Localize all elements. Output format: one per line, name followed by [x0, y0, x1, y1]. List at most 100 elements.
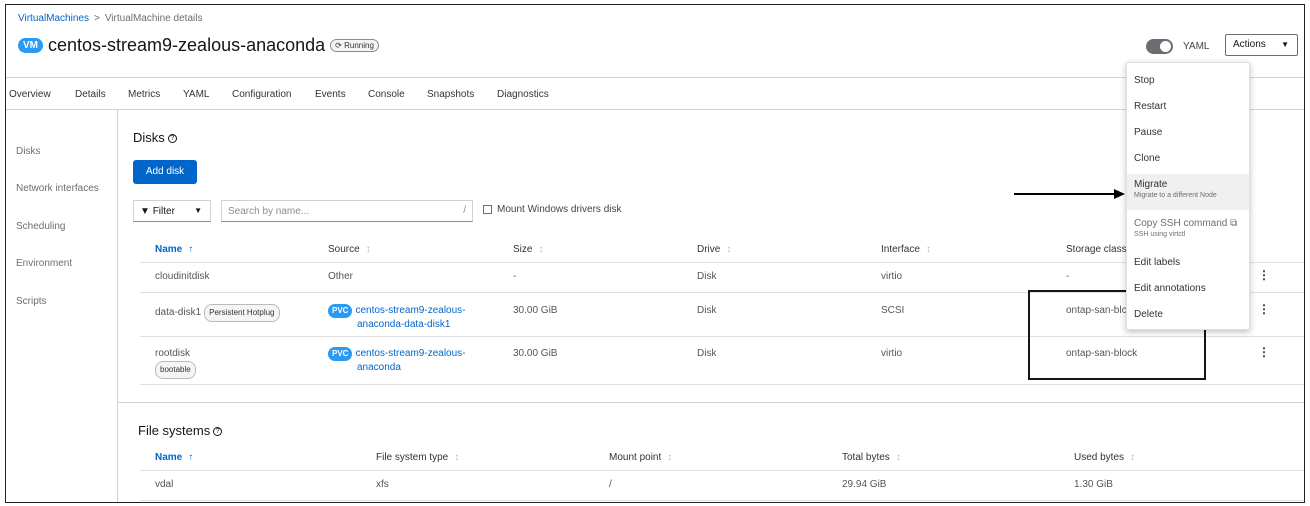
tab-overview[interactable]: Overview [9, 89, 51, 100]
tab-yaml[interactable]: YAML [183, 89, 210, 100]
kebab-icon[interactable]: ⋮ [1258, 302, 1270, 316]
col-storage-class[interactable]: Storage class [1066, 244, 1127, 255]
disk-interface: virtio [881, 271, 903, 282]
row-divider [140, 384, 1304, 385]
tab-bar: Overview Details Metrics YAML Configurat… [6, 77, 1304, 110]
fs-col-type[interactable]: File system type ↕ [376, 452, 459, 463]
disk-source: Other [328, 271, 354, 282]
annotation-arrow [1014, 189, 1125, 199]
sort-icon: ↕ [925, 244, 931, 255]
col-interface-label: Interface [881, 244, 920, 255]
mount-windows-drivers[interactable]: Mount Windows drivers disk [483, 204, 621, 215]
page-title: centos-stream9-zealous-anaconda [48, 35, 326, 55]
fs-mount: / [609, 479, 612, 490]
col-storage-class-label: Storage class [1066, 244, 1127, 255]
yaml-toggle[interactable] [1146, 39, 1173, 54]
col-source[interactable]: Source ↕ [328, 244, 371, 255]
sort-icon: ↕ [365, 244, 371, 255]
fs-col-type-label: File system type [376, 452, 449, 463]
fs-col-name[interactable]: Name ↑ [155, 452, 193, 463]
search-placeholder: Search by name... [228, 206, 310, 217]
filter-dropdown[interactable]: ▼ Filter ▼ [133, 200, 211, 222]
disk-interface: virtio [881, 348, 903, 359]
fs-col-used-label: Used bytes [1074, 452, 1125, 463]
disk-name: data-disk1 Persistent Hotplug [155, 304, 280, 322]
sync-icon: ⟳ [335, 41, 342, 50]
disk-drive: Disk [697, 271, 717, 282]
pvc-badge: PVC [328, 347, 353, 361]
sidebar-item-scheduling[interactable]: Scheduling [16, 221, 65, 232]
filesystems-title: File systems? [138, 423, 223, 438]
actions-menu: Stop Restart Pause Clone Migrate Migrate… [1126, 62, 1250, 330]
disk-source-link[interactable]: PVC centos-stream9-zealous-anaconda [328, 347, 466, 375]
sort-icon: ↕ [667, 452, 673, 463]
kebab-icon[interactable]: ⋮ [1258, 345, 1270, 359]
sort-icon: ↕ [895, 452, 901, 463]
help-icon[interactable]: ? [213, 427, 223, 437]
col-drive[interactable]: Drive ↕ [697, 244, 731, 255]
sidebar-item-network-interfaces[interactable]: Network interfaces [16, 183, 99, 194]
copy-icon: ⧉ [1230, 218, 1238, 229]
menu-item-copy-ssh[interactable]: Copy SSH command ⧉ SSH using virtctl [1127, 218, 1249, 238]
add-disk-button[interactable]: Add disk [133, 160, 197, 184]
sidebar-item-environment[interactable]: Environment [16, 258, 72, 269]
persistent-hotplug-chip: Persistent Hotplug [204, 304, 280, 322]
menu-item-edit-annotations[interactable]: Edit annotations [1127, 283, 1249, 293]
sort-icon: ↑ [188, 244, 194, 255]
tab-metrics[interactable]: Metrics [128, 89, 160, 100]
col-name[interactable]: Name ↑ [155, 244, 193, 255]
disks-title: Disks? [133, 130, 177, 145]
menu-item-stop[interactable]: Stop [1127, 75, 1249, 86]
filter-label: Filter [152, 206, 175, 217]
disk-size: 30.00 GiB [513, 348, 558, 359]
menu-item-clone[interactable]: Clone [1127, 153, 1249, 164]
help-icon[interactable]: ? [167, 134, 177, 144]
tab-console[interactable]: Console [368, 89, 405, 100]
search-input[interactable]: Search by name... / [221, 200, 473, 222]
breadcrumb-virtualmachines[interactable]: VirtualMachines [18, 13, 89, 24]
disk-source-link[interactable]: PVC centos-stream9-zealous-anaconda-data-… [328, 304, 466, 332]
tab-snapshots[interactable]: Snapshots [427, 89, 474, 100]
menu-item-delete[interactable]: Delete [1127, 309, 1249, 320]
col-interface[interactable]: Interface ↕ [881, 244, 931, 255]
disk-size: 30.00 GiB [513, 305, 558, 316]
config-sidebar: Disks Network interfaces Scheduling Envi… [6, 110, 118, 502]
disk-storage-class: - [1066, 271, 1070, 282]
actions-button[interactable]: Actions ▼ [1225, 34, 1298, 56]
tab-events[interactable]: Events [315, 89, 346, 100]
sidebar-item-disks[interactable]: Disks [16, 146, 40, 157]
sidebar-item-scripts[interactable]: Scripts [16, 296, 47, 307]
disk-name: cloudinitdisk [155, 271, 210, 282]
disk-size: - [513, 271, 517, 282]
menu-item-restart[interactable]: Restart [1127, 101, 1249, 112]
breadcrumb-current: VirtualMachine details [104, 13, 203, 24]
tab-diagnostics[interactable]: Diagnostics [497, 89, 549, 100]
menu-item-pause[interactable]: Pause [1127, 127, 1249, 138]
menu-item-edit-labels[interactable]: Edit labels [1127, 257, 1249, 268]
mount-windows-checkbox[interactable] [483, 205, 492, 214]
fs-used: 1.30 GiB [1074, 479, 1113, 490]
actions-label: Actions [1233, 39, 1266, 50]
fs-col-total[interactable]: Total bytes ↕ [842, 452, 901, 463]
section-divider [118, 402, 1304, 403]
breadcrumb: VirtualMachines > VirtualMachine details [18, 13, 202, 24]
col-size[interactable]: Size ↕ [513, 244, 543, 255]
kebab-icon[interactable]: ⋮ [1258, 268, 1270, 282]
row-divider [140, 470, 1304, 471]
filter-icon: ▼ [140, 206, 150, 217]
fs-col-used[interactable]: Used bytes ↕ [1074, 452, 1135, 463]
tab-configuration[interactable]: Configuration [232, 89, 291, 100]
col-size-label: Size [513, 244, 533, 255]
fs-col-mount[interactable]: Mount point ↕ [609, 452, 672, 463]
disk-drive: Disk [697, 305, 717, 316]
sort-icon: ↕ [538, 244, 544, 255]
copy-ssh-description: SSH using virtctl [1134, 231, 1186, 238]
menu-item-migrate[interactable]: Migrate Migrate to a different Node [1127, 174, 1249, 210]
disk-name-text: data-disk1 [155, 307, 202, 318]
caret-down-icon: ▼ [194, 206, 202, 215]
copy-ssh-label: Copy SSH command [1134, 218, 1228, 229]
status-badge: ⟳ Running [330, 39, 379, 52]
col-drive-label: Drive [697, 244, 721, 255]
tab-details[interactable]: Details [75, 89, 106, 100]
disk-name: rootdisk bootable [155, 347, 196, 379]
